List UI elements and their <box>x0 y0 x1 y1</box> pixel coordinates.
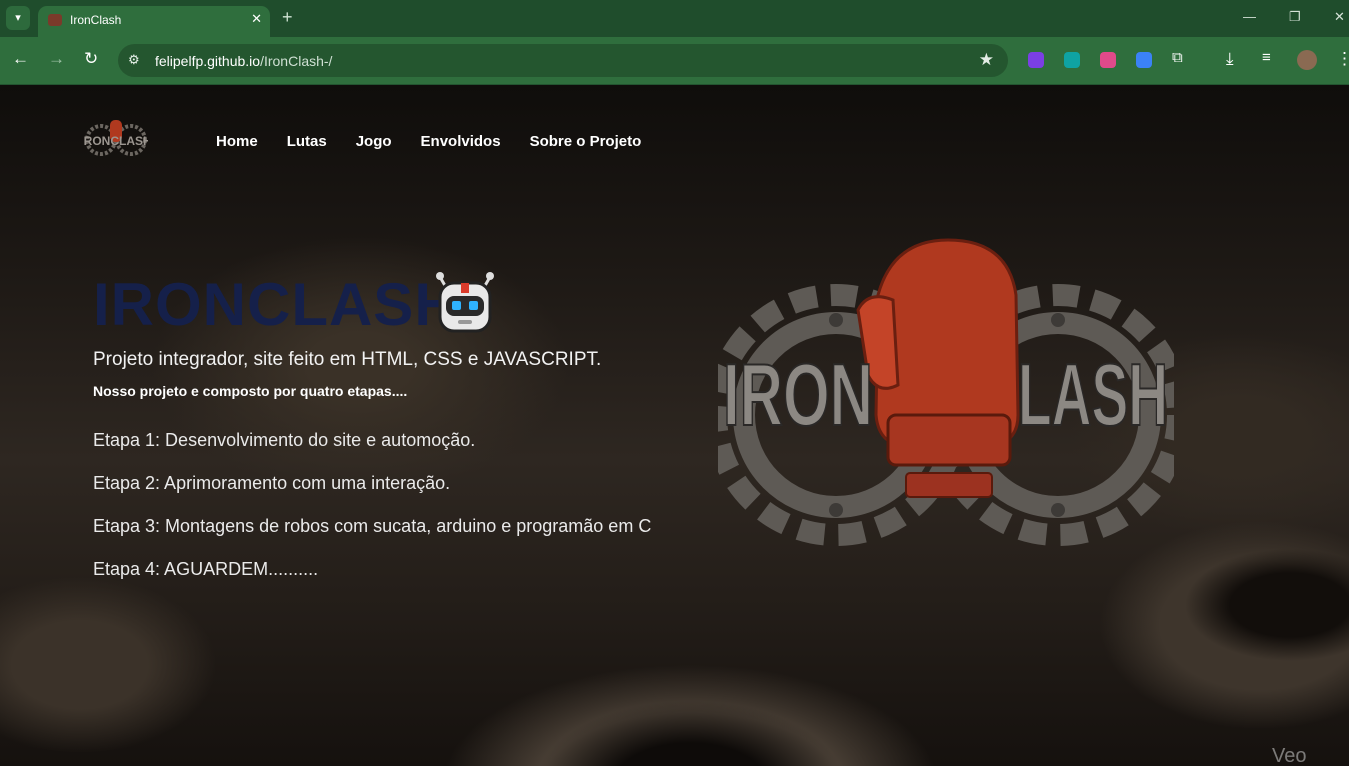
restore-icon[interactable]: ❐ <box>1289 9 1301 25</box>
nav-lutas[interactable]: Lutas <box>287 133 327 150</box>
ironclash-logo: IRON LASH <box>718 238 1174 546</box>
menu-icon[interactable]: ⋮ <box>1336 49 1349 69</box>
extension-icon[interactable] <box>1136 52 1152 68</box>
bookmark-star-icon[interactable]: ★ <box>979 50 994 70</box>
extension-icon[interactable] <box>1064 52 1080 68</box>
extensions-puzzle-icon[interactable]: ⧉ <box>1172 49 1183 66</box>
url-text[interactable]: felipelfp.github.io/IronClash-/ <box>155 53 332 69</box>
back-icon[interactable]: ← <box>12 49 29 69</box>
hero-lead: Nosso projeto e composto por quatro etap… <box>93 383 408 399</box>
tab-title: IronClash <box>70 13 122 27</box>
site-logo[interactable]: IRONCLASH <box>84 118 148 158</box>
tab-favicon-icon <box>48 14 62 26</box>
page: IRONCLASH Home Lutas Jogo Envolvidos Sob… <box>0 85 1349 766</box>
logo-text-left: IRON <box>723 345 873 444</box>
avatar[interactable] <box>1297 50 1317 70</box>
extension-icon[interactable] <box>1028 52 1044 68</box>
tab-strip: ▾ IronClash ✕ + — ❐ ✕ <box>0 0 1349 37</box>
address-bar[interactable]: ⚙ felipelfp.github.io/IronClash-/ ★ <box>118 44 1008 77</box>
step-4: Etapa 4: AGUARDEM.......... <box>93 559 319 579</box>
minimize-icon[interactable]: — <box>1243 9 1256 24</box>
hero-title: IRONCLASH <box>93 271 459 338</box>
media-control-icon[interactable]: ≡ <box>1262 49 1271 66</box>
main-nav: Home Lutas Jogo Envolvidos Sobre o Proje… <box>216 133 641 150</box>
download-icon[interactable]: ⤓ <box>1226 49 1234 69</box>
reload-icon[interactable]: ↻ <box>84 49 98 69</box>
tab-search-icon[interactable]: ▾ <box>6 6 30 30</box>
step-3: Etapa 3: Montagens de robos com sucata, … <box>93 516 652 536</box>
tab-ironclash[interactable]: IronClash ✕ <box>38 6 270 37</box>
extension-icon[interactable] <box>1100 52 1116 68</box>
site-logo-text: IRONCLASH <box>84 134 148 148</box>
nav-sobre[interactable]: Sobre o Projeto <box>530 133 642 150</box>
close-icon[interactable]: ✕ <box>251 11 262 27</box>
robot-icon <box>436 272 494 333</box>
nav-jogo[interactable]: Jogo <box>356 133 392 150</box>
watermark: Veo <box>1272 745 1307 766</box>
nav-envolvidos[interactable]: Envolvidos <box>421 133 501 150</box>
window-close-icon[interactable]: ✕ <box>1334 9 1345 25</box>
step-2: Etapa 2: Aprimoramento com uma interação… <box>93 473 451 493</box>
forward-icon[interactable]: → <box>48 49 65 69</box>
nav-home[interactable]: Home <box>216 133 258 150</box>
step-1: Etapa 1: Desenvolvimento do site e autom… <box>93 430 476 450</box>
hero-subtitle: Projeto integrador, site feito em HTML, … <box>93 349 602 370</box>
logo-text-right: LASH <box>1018 345 1168 444</box>
new-tab-icon[interactable]: + <box>282 7 293 28</box>
toolbar: ← → ↻ ⚙ felipelfp.github.io/IronClash-/ … <box>0 37 1349 85</box>
site-info-icon[interactable]: ⚙ <box>128 52 140 68</box>
